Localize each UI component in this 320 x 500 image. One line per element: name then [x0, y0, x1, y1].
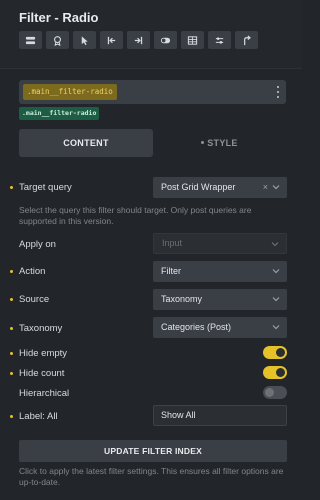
modified-indicator	[10, 415, 13, 418]
hide-empty-label: Hide empty	[19, 348, 68, 359]
badge-icon[interactable]	[46, 31, 69, 49]
tab-content[interactable]: CONTENT	[19, 129, 153, 157]
source-label: Source	[19, 294, 50, 305]
action-label: Action	[19, 266, 46, 277]
modified-indicator	[10, 186, 13, 189]
label-all-label: Label: All	[19, 411, 58, 422]
update-filter-index-button[interactable]: UPDATE FILTER INDEX	[19, 440, 287, 462]
modified-indicator	[10, 270, 13, 273]
chevron-down-icon	[271, 242, 279, 247]
dot-icon	[201, 141, 205, 145]
hide-count-toggle[interactable]	[263, 366, 287, 379]
chevron-down-icon	[272, 325, 280, 330]
apply-on-placeholder: Input	[162, 238, 183, 248]
table-icon[interactable]	[181, 31, 204, 49]
chevron-down-icon	[272, 185, 280, 190]
action-value: Filter	[161, 266, 181, 276]
modified-indicator	[10, 327, 13, 330]
toggle-knob	[276, 348, 285, 357]
css-class-chip[interactable]: .main__filter-radio	[23, 84, 117, 100]
toggle-icon[interactable]	[154, 31, 177, 49]
chevron-down-icon	[272, 269, 280, 274]
modified-indicator	[10, 372, 13, 375]
hierarchical-toggle[interactable]	[263, 386, 287, 399]
modified-indicator	[10, 298, 13, 301]
source-value: Taxonomy	[161, 294, 203, 304]
element-toolbar	[19, 31, 258, 49]
clear-icon[interactable]: ×	[263, 181, 268, 193]
chevron-down-icon	[272, 297, 280, 302]
update-hint: Click to apply the latest filter setting…	[19, 466, 284, 487]
toggle-knob	[265, 388, 274, 397]
css-class-selector[interactable]: .main__filter-radio	[19, 80, 286, 104]
css-class-tag: .main__filter-radio	[19, 107, 100, 120]
tab-style[interactable]: STYLE	[153, 129, 286, 157]
target-query-label: Target query	[19, 182, 72, 193]
skip-start-icon[interactable]	[100, 31, 123, 49]
sliders-icon[interactable]	[208, 31, 231, 49]
apply-on-label: Apply on	[19, 239, 56, 250]
modified-indicator	[10, 352, 13, 355]
action-select[interactable]: Filter	[153, 261, 287, 282]
apply-on-select[interactable]: Input	[153, 233, 287, 254]
target-query-select[interactable]: Post Grid Wrapper ×	[153, 177, 287, 198]
source-select[interactable]: Taxonomy	[153, 289, 287, 310]
cursor-icon[interactable]	[73, 31, 96, 49]
target-query-value: Post Grid Wrapper	[161, 182, 236, 192]
hide-empty-toggle[interactable]	[263, 346, 287, 359]
panel-title: Filter - Radio	[19, 10, 99, 25]
taxonomy-select[interactable]: Categories (Post)	[153, 317, 287, 338]
hierarchical-label: Hierarchical	[19, 388, 70, 399]
skip-end-icon[interactable]	[127, 31, 150, 49]
header-divider	[0, 68, 302, 69]
taxonomy-value: Categories (Post)	[161, 322, 232, 332]
hide-count-label: Hide count	[19, 368, 65, 379]
tab-style-label: STYLE	[207, 138, 238, 148]
toggle-knob	[276, 368, 285, 377]
layers-icon[interactable]	[19, 31, 42, 49]
target-query-hint: Select the query this filter should targ…	[19, 205, 252, 226]
more-options-icon[interactable]	[276, 86, 280, 98]
label-all-input[interactable]: Show All	[153, 405, 287, 426]
undo-arrow-icon[interactable]	[235, 31, 258, 49]
taxonomy-label: Taxonomy	[19, 323, 63, 334]
